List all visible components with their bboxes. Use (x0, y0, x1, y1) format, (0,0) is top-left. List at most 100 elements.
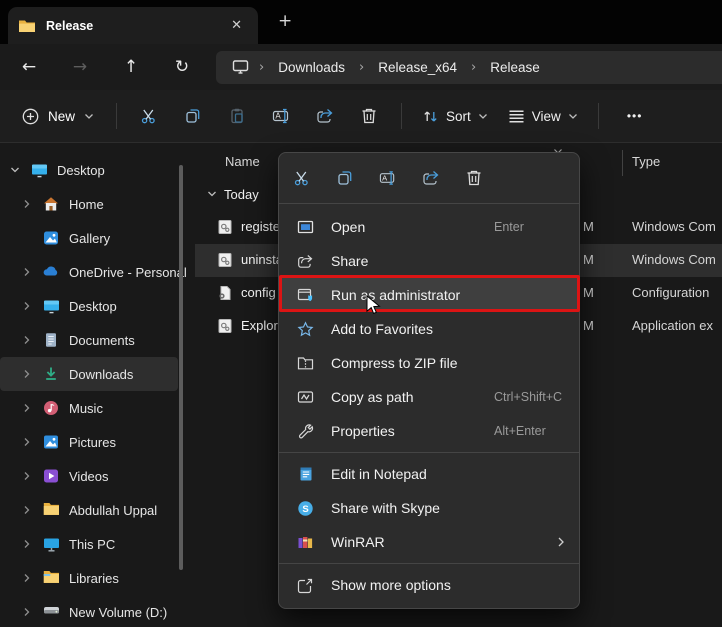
chevron-right-icon: › (351, 60, 372, 75)
copy-icon (184, 107, 202, 125)
folder-icon (18, 19, 36, 33)
rename-icon[interactable]: A (379, 169, 397, 187)
sidebar-item-new-volume-d[interactable]: New Volume (D:) (0, 595, 178, 627)
sidebar-item-videos[interactable]: Videos (0, 459, 178, 493)
shortcut: Enter (494, 220, 524, 234)
column-header-type[interactable]: Type (632, 154, 660, 169)
rename-icon: A (272, 107, 291, 125)
new-button[interactable]: New (10, 101, 106, 132)
quick-actions-row: A (279, 153, 579, 203)
sort-button[interactable]: Sort (412, 101, 498, 132)
drive-icon (42, 604, 60, 620)
menu-item-add-to-favorites[interactable]: Add to Favorites (279, 312, 579, 346)
chevron-right-icon: › (251, 60, 272, 75)
chevron-right-icon[interactable] (18, 607, 36, 617)
sidebar-item-home[interactable]: Home (0, 187, 178, 221)
zip-folder-icon (297, 355, 314, 372)
menu-item-open[interactable]: Open Enter (279, 210, 579, 244)
chevron-right-icon[interactable] (18, 505, 36, 515)
title-bar: Release ✕ + (0, 0, 722, 44)
chevron-right-icon[interactable] (18, 301, 36, 311)
view-button[interactable]: View (498, 102, 588, 131)
tab-release[interactable]: Release ✕ (8, 7, 258, 44)
toolbar-divider (401, 103, 402, 129)
navigation-pane: Desktop Home Gallery OneDrive - Personal (0, 143, 195, 627)
chevron-right-icon[interactable] (18, 573, 36, 583)
scissors-icon (140, 107, 158, 125)
copy-icon[interactable] (336, 169, 354, 187)
menu-divider (279, 563, 579, 564)
column-divider[interactable] (622, 150, 623, 176)
sidebar-item-abdullah-uppal[interactable]: Abdullah Uppal (0, 493, 178, 527)
chevron-right-icon[interactable] (18, 369, 36, 379)
chevron-right-icon[interactable] (18, 471, 36, 481)
menu-item-show-more-options[interactable]: Show more options (279, 568, 579, 602)
sort-label: Sort (446, 109, 471, 124)
download-arrow-icon (42, 366, 60, 382)
chevron-right-icon[interactable] (18, 539, 36, 549)
sidebar-item-downloads[interactable]: Downloads (0, 357, 178, 391)
view-label: View (532, 109, 561, 124)
gallery-icon (42, 230, 60, 246)
sidebar-item-documents[interactable]: Documents (0, 323, 178, 357)
refresh-icon[interactable]: ↻ (165, 57, 199, 77)
menu-item-edit-in-notepad[interactable]: Edit in Notepad (279, 457, 579, 491)
share-icon[interactable] (422, 169, 440, 187)
share-button[interactable] (303, 98, 347, 134)
sidebar-item-music[interactable]: Music (0, 391, 178, 425)
chevron-down-icon[interactable] (6, 166, 24, 174)
copy-button[interactable] (171, 98, 215, 134)
breadcrumb-item-release-x64[interactable]: Release_x64 (372, 57, 463, 78)
picture-icon (42, 434, 60, 450)
paste-icon (228, 107, 246, 125)
sidebar-scrollbar[interactable] (179, 165, 183, 570)
new-tab-icon[interactable]: + (272, 11, 298, 31)
delete-icon[interactable] (465, 169, 483, 187)
external-window-icon (297, 577, 314, 594)
menu-item-compress-to-zip[interactable]: Compress to ZIP file (279, 346, 579, 380)
menu-item-copy-as-path[interactable]: Copy as path Ctrl+Shift+C (279, 380, 579, 414)
submenu-chevron-icon (557, 536, 565, 548)
sidebar-item-gallery[interactable]: Gallery (0, 221, 178, 255)
chevron-right-icon[interactable] (18, 335, 36, 345)
script-file-icon (217, 219, 233, 235)
sidebar-item-onedrive[interactable]: OneDrive - Personal (0, 255, 178, 289)
sidebar-item-this-pc[interactable]: This PC (0, 527, 178, 561)
chevron-right-icon[interactable] (18, 267, 36, 277)
chevron-right-icon[interactable] (18, 437, 36, 447)
chevron-right-icon: › (463, 60, 484, 75)
menu-item-properties[interactable]: Properties Alt+Enter (279, 414, 579, 448)
column-header-name[interactable]: Name (225, 154, 260, 169)
menu-item-share[interactable]: Share (279, 244, 579, 278)
skype-icon: S (297, 500, 314, 517)
back-icon[interactable]: ← (12, 57, 46, 77)
sidebar-item-desktop-root[interactable]: Desktop (0, 153, 178, 187)
delete-button[interactable] (347, 98, 391, 134)
red-highlight-box (279, 275, 580, 312)
rename-button[interactable]: A (259, 98, 303, 134)
breadcrumb-item-downloads[interactable]: Downloads (272, 57, 351, 78)
sidebar-item-libraries[interactable]: Libraries (0, 561, 178, 595)
video-play-icon (42, 468, 60, 484)
menu-item-winrar[interactable]: WinRAR (279, 525, 579, 559)
sidebar-item-pictures[interactable]: Pictures (0, 425, 178, 459)
chevron-right-icon[interactable] (18, 403, 36, 413)
up-icon[interactable]: ↑ (114, 57, 148, 77)
notepad-icon (297, 466, 314, 483)
this-pc-icon[interactable] (232, 59, 249, 75)
breadcrumb-item-release[interactable]: Release (484, 57, 546, 78)
plus-circle-icon (22, 108, 39, 125)
shortcut: Ctrl+Shift+C (494, 390, 562, 404)
tab-close-icon[interactable]: ✕ (225, 16, 248, 35)
cut-icon[interactable] (293, 169, 311, 187)
music-note-icon (42, 400, 60, 416)
breadcrumb[interactable]: › Downloads › Release_x64 › Release (216, 51, 722, 84)
chevron-right-icon[interactable] (18, 199, 36, 209)
group-header-today[interactable]: Today (195, 182, 259, 206)
cut-button[interactable] (127, 98, 171, 134)
menu-item-share-with-skype[interactable]: S Share with Skype (279, 491, 579, 525)
toolbar-divider (598, 103, 599, 129)
sidebar-item-desktop[interactable]: Desktop (0, 289, 178, 323)
desktop-icon (42, 298, 60, 314)
more-options-icon[interactable]: ••• (615, 101, 655, 131)
